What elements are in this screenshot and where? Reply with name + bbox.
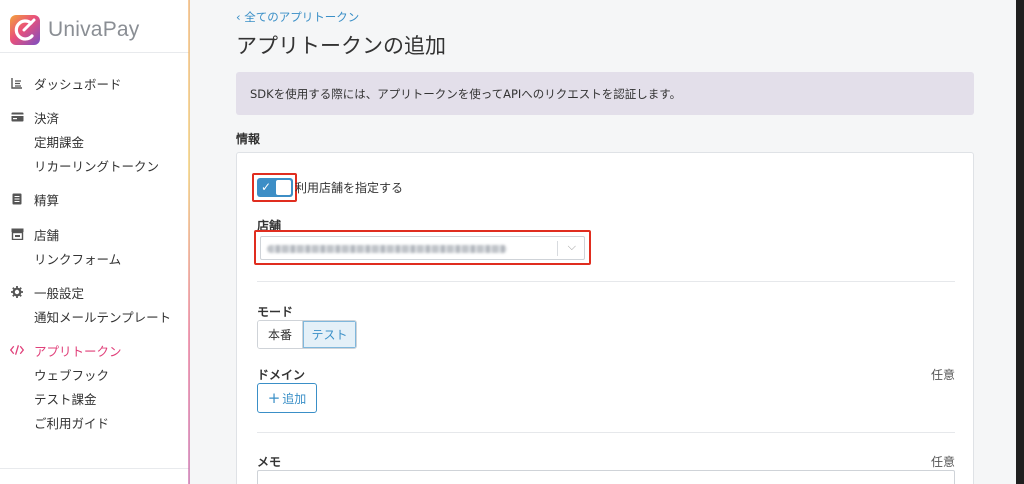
domain-label: ドメイン (257, 368, 306, 382)
logo[interactable]: UnivaPay (10, 12, 139, 48)
sidebar-item-app-tokens[interactable]: アプリトークン (10, 339, 122, 361)
document-icon (10, 192, 24, 206)
sidebar-subitem-user-guide[interactable]: ご利用ガイド (34, 411, 109, 433)
store-icon (10, 227, 24, 241)
divider (257, 432, 955, 433)
info-banner-text: SDKを使用する際には、アプリトークンを使ってAPIへのリクエストを認証します。 (250, 86, 682, 101)
mode-segmented-control: 本番 テスト (257, 320, 357, 349)
sidebar-item-label: 精算 (34, 192, 60, 208)
mode-label: モード (257, 305, 294, 319)
mode-option-test[interactable]: テスト (303, 321, 356, 348)
toggle-knob (276, 180, 291, 195)
redacted-store-name (267, 245, 507, 253)
sidebar-item-label: 決済 (34, 110, 60, 126)
chevron-down-icon: ⌵ (567, 240, 576, 253)
check-icon: ✓ (261, 180, 272, 194)
sidebar-subitem-webhooks[interactable]: ウェブフック (34, 363, 109, 385)
form-card: ✓ 利用店舗を指定する 店舗 ⌵ モード 本番 テスト ドメイン 任意 + 追加… (236, 152, 974, 484)
plus-icon: + (267, 389, 281, 407)
sidebar-divider (0, 468, 189, 469)
sidebar-item-label: 一般設定 (34, 285, 85, 301)
store-restriction-toggle[interactable]: ✓ (257, 178, 293, 197)
sidebar-subitem-subscriptions[interactable]: 定期課金 (34, 130, 84, 152)
brand-name: UnivaPay (48, 18, 140, 41)
mode-option-production[interactable]: 本番 (258, 321, 303, 348)
store-select[interactable]: ⌵ (260, 236, 585, 260)
toggle-label: 利用店舗を指定する (295, 181, 404, 195)
sidebar-item-stores[interactable]: 店舗 (10, 223, 59, 245)
divider (257, 281, 955, 282)
code-icon (10, 343, 24, 357)
main-content: ‹ 全てのアプリトークン アプリトークンの追加 SDKを使用する際には、アプリト… (191, 0, 1024, 484)
dashboard-icon (10, 76, 24, 90)
add-domain-button[interactable]: + 追加 (257, 383, 317, 413)
memo-label: メモ (257, 455, 282, 469)
sidebar-subitem-test-charges[interactable]: テスト課金 (34, 387, 97, 409)
domain-optional-tag: 任意 (930, 368, 955, 382)
breadcrumb-back-link[interactable]: ‹ 全てのアプリトークン (236, 9, 359, 25)
univapay-logo-icon (10, 15, 40, 45)
section-heading-info: 情報 (236, 132, 261, 146)
sidebar-item-label: 店舗 (34, 227, 60, 243)
highlight-box: ✓ (252, 173, 297, 202)
sidebar-item-dashboard[interactable]: ダッシュボード (10, 72, 122, 94)
info-banner: SDKを使用する際には、アプリトークンを使ってAPIへのリクエストを認証します。 (236, 72, 974, 115)
sidebar-item-settlements[interactable]: 精算 (10, 188, 59, 210)
gear-icon (10, 285, 24, 299)
memo-optional-tag: 任意 (930, 455, 955, 469)
sidebar: UnivaPay ダッシュボード 決済 定期課金 リカーリングトークン 精算 店… (0, 0, 190, 484)
memo-input[interactable] (257, 470, 955, 484)
sidebar-item-label: アプリトークン (34, 343, 122, 359)
sidebar-item-payments[interactable]: 決済 (10, 106, 59, 128)
add-domain-label: 追加 (282, 391, 307, 406)
select-separator (557, 241, 558, 256)
sidebar-subitem-recurring-tokens[interactable]: リカーリングトークン (34, 154, 159, 176)
card-icon (10, 110, 24, 124)
sidebar-divider (0, 52, 189, 53)
page-title: アプリトークンの追加 (236, 34, 446, 58)
window-edge (1016, 0, 1024, 484)
sidebar-item-general-settings[interactable]: 一般設定 (10, 281, 84, 303)
highlight-box: ⌵ (254, 230, 591, 265)
sidebar-item-label: ダッシュボード (34, 76, 122, 92)
sidebar-subitem-notification-templates[interactable]: 通知メールテンプレート (34, 305, 171, 327)
sidebar-subitem-link-form[interactable]: リンクフォーム (34, 247, 121, 269)
